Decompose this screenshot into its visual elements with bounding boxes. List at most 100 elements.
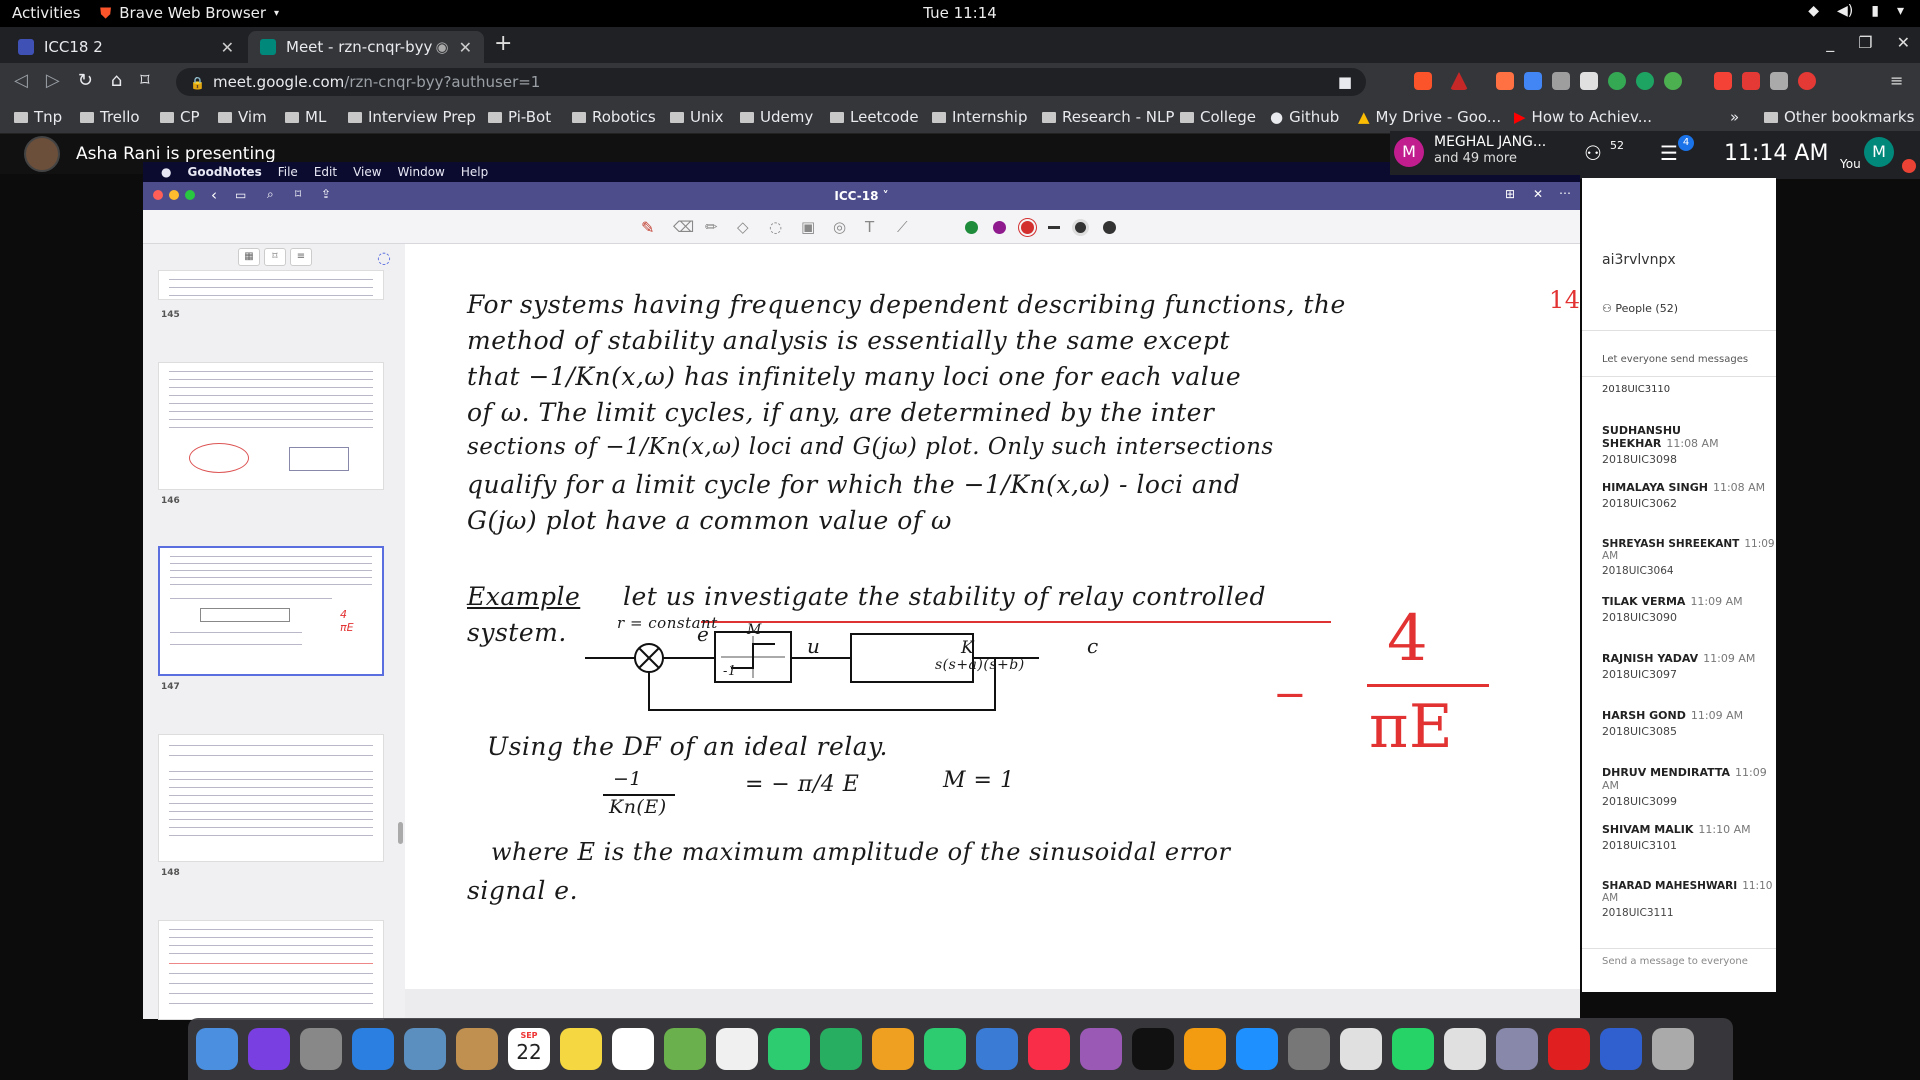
new-tab-button[interactable]: + xyxy=(494,31,512,56)
tv-icon[interactable] xyxy=(1132,1028,1174,1070)
launchpad-icon[interactable] xyxy=(300,1028,342,1070)
laser-tool-icon[interactable]: ⟋ xyxy=(897,218,908,236)
close-icon[interactable]: ✕ xyxy=(459,38,472,57)
pages-icon[interactable] xyxy=(872,1028,914,1070)
back-icon[interactable]: ‹ xyxy=(211,186,217,204)
extension-icon[interactable] xyxy=(1524,72,1542,90)
bookmark-folder[interactable]: Internship xyxy=(932,108,1027,126)
color-purple-swatch[interactable] xyxy=(993,221,1006,234)
image-tool-icon[interactable]: ▣ xyxy=(801,218,815,236)
messages-icon[interactable] xyxy=(768,1028,810,1070)
color-red-swatch[interactable] xyxy=(1021,221,1034,234)
siri-icon[interactable] xyxy=(248,1028,290,1070)
color-green-swatch[interactable] xyxy=(965,221,978,234)
numbers-icon[interactable] xyxy=(924,1028,966,1070)
tab-icc18[interactable]: ICC18 2 ✕ xyxy=(6,31,246,63)
people-button[interactable]: ⚇ People (52) xyxy=(1602,302,1678,315)
safari-icon[interactable] xyxy=(352,1028,394,1070)
stroke-thick-option[interactable] xyxy=(1103,221,1116,234)
chat-icon[interactable]: ☰ xyxy=(1660,141,1678,165)
chrome-icon[interactable] xyxy=(1340,1028,1382,1070)
people-icon[interactable]: ⚇ xyxy=(1584,141,1602,165)
bookmark-folder[interactable]: CP xyxy=(160,108,200,126)
chat-setting[interactable]: Let everyone send messages xyxy=(1602,354,1748,365)
close-icon[interactable]: ✕ xyxy=(1533,187,1543,201)
brave-shields-icon[interactable] xyxy=(1414,72,1432,90)
close-icon[interactable]: ✕ xyxy=(221,38,234,57)
avatar[interactable]: M xyxy=(1864,137,1894,167)
activities-button[interactable]: Activities xyxy=(12,4,80,22)
bookmark-icon[interactable]: ⌑ xyxy=(295,187,301,201)
sidebar-toggle-icon[interactable]: ▭ xyxy=(235,188,246,202)
bookmark-folder[interactable]: Unix xyxy=(670,108,724,126)
bookmark-youtube[interactable]: ▶ How to Achiev... xyxy=(1514,108,1652,126)
bookmark-folder[interactable]: Trello xyxy=(80,108,140,126)
clock[interactable]: Tue 11:14 xyxy=(0,4,1920,22)
extension-icon[interactable] xyxy=(1742,72,1760,90)
close-icon[interactable] xyxy=(153,190,163,200)
menu-window[interactable]: Window xyxy=(398,165,445,179)
search-icon[interactable]: ⌕ xyxy=(267,187,274,202)
apple-icon[interactable]: ● xyxy=(161,165,171,179)
music-icon[interactable] xyxy=(1028,1028,1070,1070)
highlighter-tool-icon[interactable]: ✏ xyxy=(705,218,718,236)
bookmarks-overflow-button[interactable]: » xyxy=(1730,108,1739,126)
menu-help[interactable]: Help xyxy=(461,165,488,179)
close-icon[interactable]: ✕ xyxy=(1897,33,1910,52)
stroke-medium-option[interactable] xyxy=(1075,222,1086,233)
grid-view-icon[interactable]: ▦ xyxy=(238,248,260,266)
bookmark-folder[interactable]: Robotics xyxy=(572,108,656,126)
extension-icon[interactable] xyxy=(1664,72,1682,90)
bookmark-folder[interactable]: Tnp xyxy=(14,108,62,126)
page-thumbnail[interactable] xyxy=(158,362,384,490)
lasso-tool-icon[interactable]: ◌ xyxy=(769,218,782,236)
mail-icon[interactable] xyxy=(404,1028,446,1070)
word-icon[interactable] xyxy=(1600,1028,1642,1070)
bookmark-folder[interactable]: College xyxy=(1180,108,1256,126)
share-icon[interactable]: ⇪ xyxy=(321,187,331,201)
extension-icon[interactable] xyxy=(1608,72,1626,90)
bookmark-folder[interactable]: Research - NLP xyxy=(1042,108,1174,126)
zoom-icon[interactable] xyxy=(185,190,195,200)
keynote-icon[interactable] xyxy=(976,1028,1018,1070)
whatsapp-icon[interactable] xyxy=(1392,1028,1434,1070)
extension-icon[interactable] xyxy=(1552,72,1570,90)
stroke-thin-option[interactable] xyxy=(1048,226,1060,229)
notes-icon[interactable] xyxy=(560,1028,602,1070)
eraser-tool-icon[interactable]: ⌫ xyxy=(673,218,694,236)
menu-view[interactable]: View xyxy=(353,165,381,179)
pen-tool-icon[interactable]: ✎ xyxy=(641,218,654,237)
extension-icon[interactable] xyxy=(1714,72,1732,90)
app-menu[interactable]: ⛊ Brave Web Browser ▾ xyxy=(100,4,279,22)
bookmark-icon[interactable]: ⌑ xyxy=(140,70,149,91)
outline-view-icon[interactable]: ≡ xyxy=(290,248,312,266)
extension-icon[interactable] xyxy=(1798,72,1816,90)
page-thumbnail-selected[interactable]: 4 πE xyxy=(158,546,384,676)
document-title[interactable]: ICC-18 ˅ xyxy=(143,189,1580,203)
reload-icon[interactable]: ↻ xyxy=(78,70,93,91)
preview-icon[interactable] xyxy=(1496,1028,1538,1070)
bookmark-folder[interactable]: ML xyxy=(285,108,326,126)
text-tool-icon[interactable]: T xyxy=(865,218,874,236)
page-thumbnail[interactable] xyxy=(158,734,384,862)
maps-icon[interactable] xyxy=(664,1028,706,1070)
reminders-icon[interactable] xyxy=(612,1028,654,1070)
system-tray[interactable]: ◆ ◀) ▮ ▾ xyxy=(1808,3,1904,19)
forward-icon[interactable]: ▷ xyxy=(46,70,60,91)
sidebar-scrollbar[interactable] xyxy=(398,822,403,844)
bookmark-drive[interactable]: ▲ My Drive - Goo... xyxy=(1358,108,1501,126)
camera-tool-icon[interactable]: ◎ xyxy=(833,218,846,236)
facetime-icon[interactable] xyxy=(820,1028,862,1070)
finder-icon[interactable] xyxy=(196,1028,238,1070)
tab-meet[interactable]: Meet - rzn-cnqr-byy ◉ ✕ xyxy=(248,31,484,63)
brave-rewards-icon[interactable] xyxy=(1450,72,1468,90)
contacts-icon[interactable] xyxy=(456,1028,498,1070)
books-icon[interactable] xyxy=(1184,1028,1226,1070)
bookmark-folder[interactable]: Udemy xyxy=(740,108,813,126)
page-thumbnail[interactable] xyxy=(158,270,384,300)
menu-app-name[interactable]: GoodNotes xyxy=(187,165,261,179)
chat-send-input[interactable]: Send a message to everyone xyxy=(1602,956,1748,967)
shapes-tool-icon[interactable]: ◇ xyxy=(737,218,749,236)
menu-icon[interactable]: ≡ xyxy=(1890,71,1903,90)
extension-icon[interactable] xyxy=(1496,72,1514,90)
